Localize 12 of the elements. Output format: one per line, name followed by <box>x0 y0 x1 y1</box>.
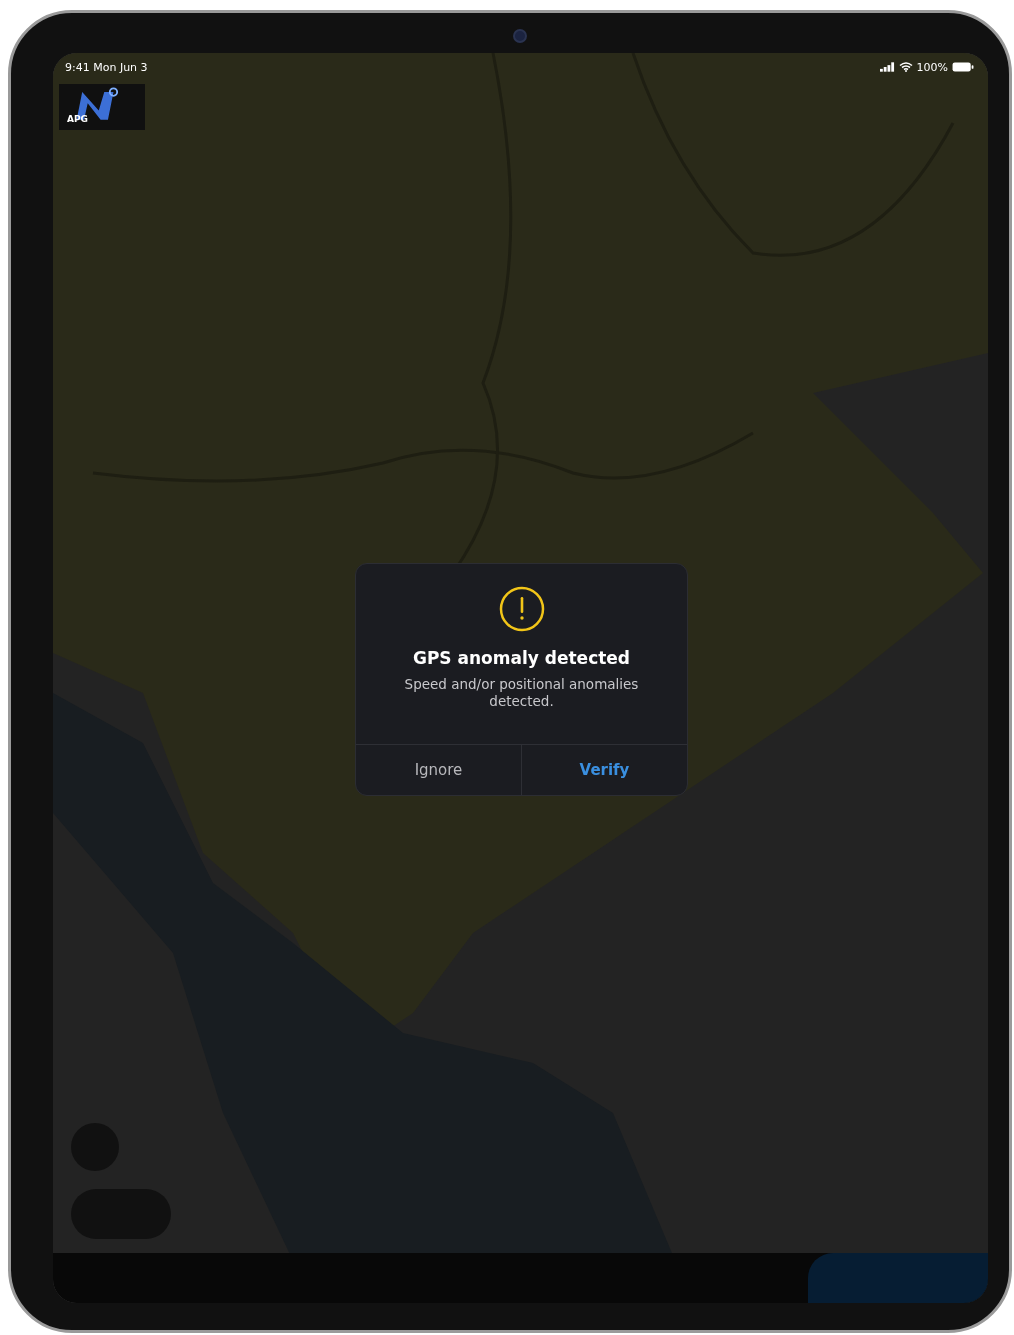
logo-text: APG <box>67 114 88 124</box>
status-time: 9:41 Mon Jun 3 <box>65 60 148 74</box>
battery-icon <box>952 62 974 72</box>
dialog-message: Speed and/or positional anomalies detected. <box>403 676 640 710</box>
camera-icon <box>513 29 527 43</box>
verify-button[interactable]: Verify <box>521 745 687 795</box>
warning-icon <box>498 586 545 632</box>
ignore-button[interactable]: Ignore <box>356 745 521 795</box>
battery-percent: 100% <box>916 60 948 74</box>
dialog-title: GPS anomaly detected <box>412 648 631 668</box>
signal-icon <box>879 62 895 72</box>
wifi-icon <box>898 62 913 72</box>
